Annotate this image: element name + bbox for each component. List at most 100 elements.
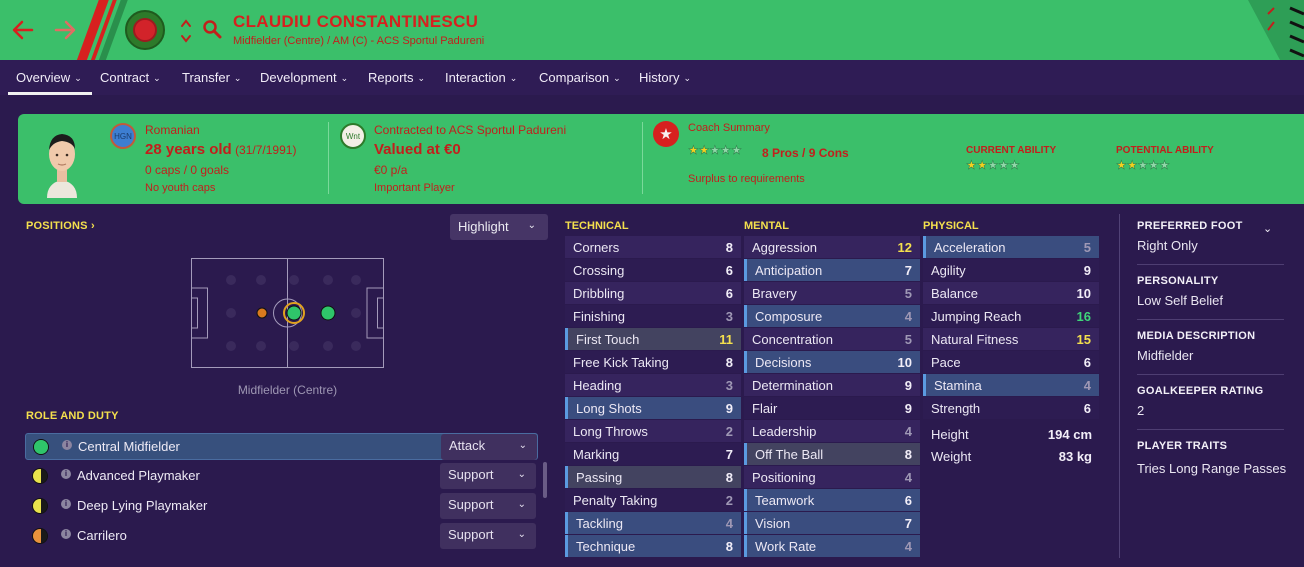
attribute-row[interactable]: Tackling 4 <box>565 512 741 534</box>
tab-contract[interactable]: Contract ⌄ <box>100 70 161 85</box>
player-info-card: HGN Romanian 28 years old (31/7/1991) 0 … <box>18 114 1304 204</box>
right-panel-separator <box>1137 374 1284 375</box>
duty-dropdown[interactable]: Attack ⌄ <box>441 434 537 460</box>
attribute-name: Agility <box>931 263 966 278</box>
attribute-value: 9 <box>904 378 912 393</box>
attribute-row[interactable]: Long Throws 2 <box>565 420 741 442</box>
role-info-icon[interactable]: i <box>61 499 71 509</box>
attribute-row[interactable]: Aggression 12 <box>744 236 920 258</box>
position-pitch <box>191 258 384 368</box>
attribute-row[interactable]: Crossing 6 <box>565 259 741 281</box>
attribute-name: Composure <box>755 309 823 324</box>
attribute-name: Crossing <box>573 263 625 278</box>
attribute-row[interactable]: Decisions 10 <box>744 351 920 373</box>
positions-title[interactable]: POSITIONS › <box>26 220 95 232</box>
back-arrow-icon[interactable] <box>10 17 36 43</box>
attribute-row[interactable]: Work Rate 4 <box>744 535 920 557</box>
preferred-foot-title: PREFERRED FOOT <box>1137 220 1243 232</box>
role-info-icon[interactable]: i <box>61 529 71 539</box>
attribute-row[interactable]: Anticipation 7 <box>744 259 920 281</box>
club-crest-icon[interactable]: Wnt <box>340 123 366 149</box>
role-row[interactable]: i Carrilero Support ⌄ <box>25 523 538 550</box>
forward-arrow-icon[interactable] <box>52 17 78 43</box>
attribute-name: Penalty Taking <box>573 493 658 508</box>
attribute-value: 3 <box>725 378 733 393</box>
height-value: 194 cm <box>1047 427 1092 442</box>
attribute-row[interactable]: Flair 9 <box>744 397 920 419</box>
nationality[interactable]: Romanian <box>145 123 200 137</box>
role-row[interactable]: i Central Midfielder Attack ⌄ <box>25 433 538 460</box>
attribute-row[interactable]: Long Shots 9 <box>565 397 741 419</box>
age-line: 28 years old (31/7/1991) <box>145 141 296 158</box>
attribute-row[interactable]: Marking 7 <box>565 443 741 465</box>
attribute-row[interactable]: Bravery 5 <box>744 282 920 304</box>
attribute-row[interactable]: Technique 8 <box>565 535 741 557</box>
attribute-row[interactable]: Balance 10 <box>923 282 1099 304</box>
tab-reports[interactable]: Reports ⌄ <box>368 70 425 85</box>
attribute-row[interactable]: Free Kick Taking 8 <box>565 351 741 373</box>
highlight-dropdown[interactable]: Highlight ⌄ <box>450 214 548 240</box>
media-description: Midfielder <box>1137 348 1194 363</box>
attribute-row[interactable]: Jumping Reach 16 <box>923 305 1099 327</box>
attribute-row[interactable]: Heading 3 <box>565 374 741 396</box>
attribute-name: Passing <box>576 470 623 485</box>
position-dot-dm <box>256 307 268 319</box>
attribute-row[interactable]: First Touch 11 <box>565 328 741 350</box>
attribute-row[interactable]: Stamina 4 <box>923 374 1099 396</box>
attribute-value: 6 <box>1083 355 1091 370</box>
attribute-row[interactable]: Off The Ball 8 <box>744 443 920 465</box>
duty-dropdown[interactable]: Support ⌄ <box>440 463 536 489</box>
attribute-row[interactable]: Pace 6 <box>923 351 1099 373</box>
attribute-row[interactable]: Determination 9 <box>744 374 920 396</box>
attribute-row[interactable]: Teamwork 6 <box>744 489 920 511</box>
goalkeeper-rating-title: GOALKEEPER RATING <box>1137 385 1264 397</box>
date-of-birth: (31/7/1991) <box>235 143 297 157</box>
role-row[interactable]: i Deep Lying Playmaker Support ⌄ <box>25 493 538 520</box>
attribute-row[interactable]: Corners 8 <box>565 236 741 258</box>
attribute-name: Determination <box>752 378 833 393</box>
role-info-icon[interactable]: i <box>62 440 72 450</box>
attribute-row[interactable]: Composure 4 <box>744 305 920 327</box>
chevron-down-icon[interactable]: ⌄ <box>1263 222 1272 235</box>
attribute-row[interactable]: Vision 7 <box>744 512 920 534</box>
attribute-row[interactable]: Strength 6 <box>923 397 1099 419</box>
attribute-row[interactable]: Dribbling 6 <box>565 282 741 304</box>
role-row[interactable]: i Advanced Playmaker Support ⌄ <box>25 463 538 490</box>
attribute-row[interactable]: Concentration 5 <box>744 328 920 350</box>
tab-transfer[interactable]: Transfer ⌄ <box>182 70 241 85</box>
duty-dropdown[interactable]: Support ⌄ <box>440 493 536 519</box>
roles-scrollbar[interactable] <box>543 462 547 498</box>
attribute-row[interactable]: Positioning 4 <box>744 466 920 488</box>
tab-comparison[interactable]: Comparison ⌄ <box>539 70 621 85</box>
club-badge-icon[interactable] <box>125 10 165 50</box>
attribute-name: Long Throws <box>573 424 648 439</box>
attribute-value: 6 <box>725 286 733 301</box>
attribute-row[interactable]: Agility 9 <box>923 259 1099 281</box>
player-face-avatar[interactable] <box>42 128 82 198</box>
attribute-value: 8 <box>725 240 733 255</box>
tab-history[interactable]: History ⌄ <box>639 70 691 85</box>
attribute-row[interactable]: Natural Fitness 15 <box>923 328 1099 350</box>
nation-flag-icon[interactable]: HGN <box>110 123 136 149</box>
role-duty-title: ROLE AND DUTY <box>26 410 119 422</box>
coach-star-icon: ★ <box>653 121 679 147</box>
attribute-value: 5 <box>1083 240 1091 255</box>
star-icon: ★ <box>998 158 1010 173</box>
up-down-chevron-icon[interactable] <box>180 18 192 44</box>
duty-dropdown[interactable]: Support ⌄ <box>440 523 536 549</box>
attribute-name: Heading <box>573 378 622 393</box>
contract-club[interactable]: Contracted to ACS Sportul Padureni <box>374 123 566 137</box>
attribute-row[interactable]: Passing 8 <box>565 466 741 488</box>
attribute-row[interactable]: Leadership 4 <box>744 420 920 442</box>
attribute-row[interactable]: Acceleration 5 <box>923 236 1099 258</box>
tab-overview[interactable]: Overview ⌄ <box>16 70 82 85</box>
attribute-name: Natural Fitness <box>931 332 1019 347</box>
attribute-row[interactable]: Penalty Taking 2 <box>565 489 741 511</box>
search-icon[interactable] <box>202 19 222 39</box>
role-info-icon[interactable]: i <box>61 469 71 479</box>
star-icon: ★ <box>1137 158 1149 173</box>
attribute-row[interactable]: Finishing 3 <box>565 305 741 327</box>
tab-interaction[interactable]: Interaction ⌄ <box>445 70 517 85</box>
pros-cons[interactable]: 8 Pros / 9 Cons <box>762 146 849 160</box>
tab-development[interactable]: Development ⌄ <box>260 70 348 85</box>
